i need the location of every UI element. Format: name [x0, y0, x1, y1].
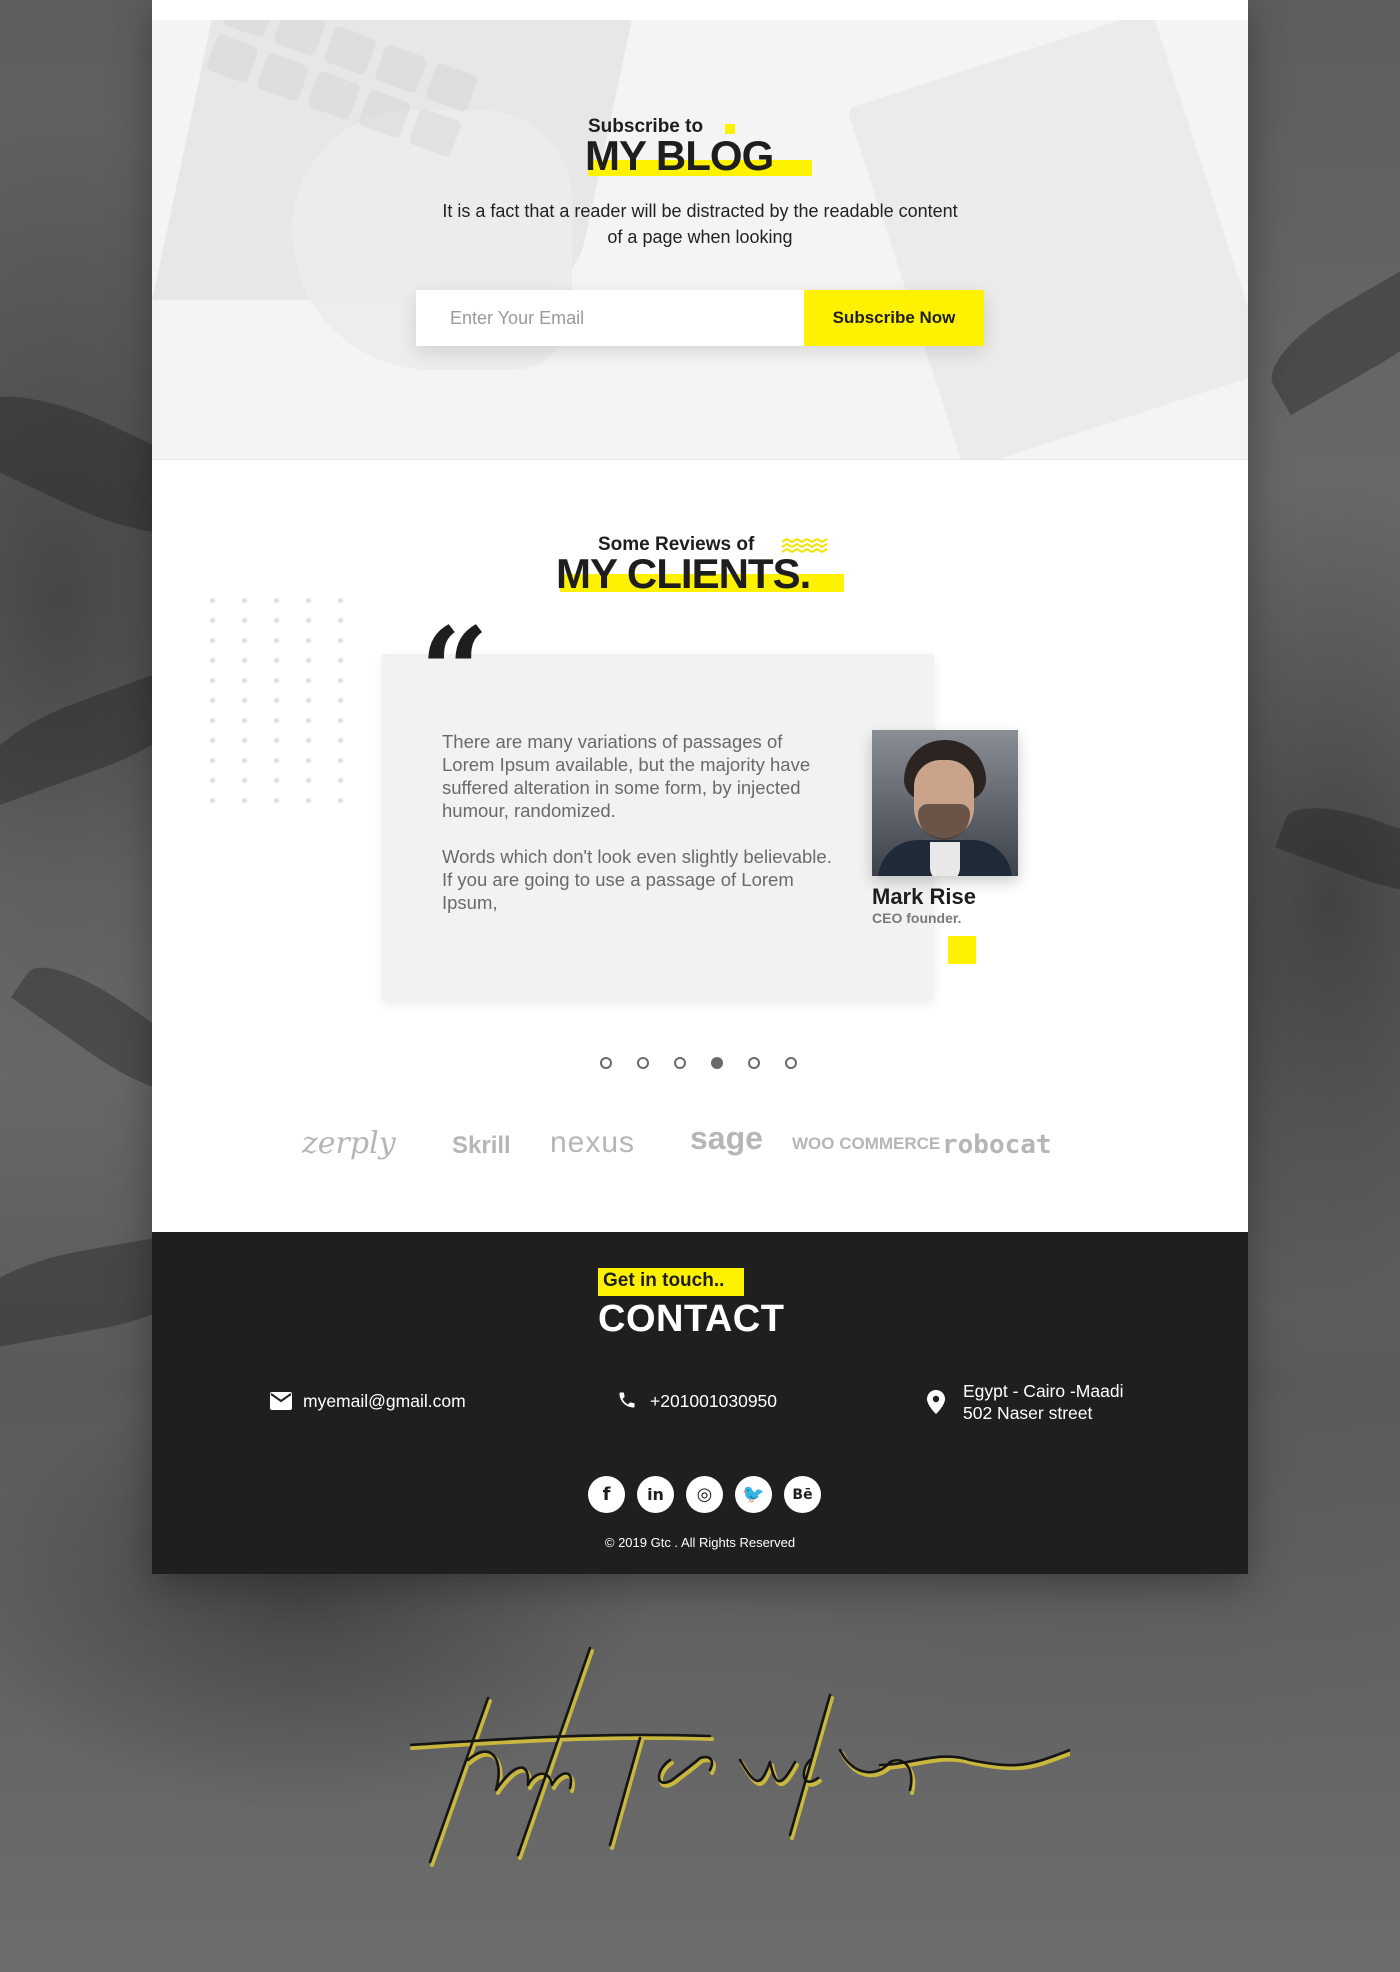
brand-logos: zerply Skrill nexus sage WOO COMMERCE ro…	[302, 1120, 1062, 1170]
behance-icon[interactable]: Bē	[784, 1476, 821, 1513]
subscribe-title: MY BLOG	[585, 132, 774, 179]
carousel-dot[interactable]	[600, 1057, 612, 1069]
instagram-icon[interactable]: ◎	[686, 1476, 723, 1513]
client-role: CEO founder.	[872, 910, 962, 926]
contact-eyebrow: Get in touch..	[603, 1270, 725, 1291]
carousel-dot[interactable]	[785, 1057, 797, 1069]
brand-logo-woocommerce: WOO COMMERCE	[792, 1134, 941, 1153]
contact-phone[interactable]: +201001030950	[650, 1390, 777, 1412]
carousel-dot[interactable]	[711, 1057, 723, 1069]
email-input[interactable]	[416, 290, 804, 346]
brand-logo-zerply: zerply	[302, 1126, 396, 1161]
copyright-text: © 2019 Gtc . All Rights Reserved	[604, 1535, 796, 1550]
carousel-pagination	[600, 1057, 797, 1069]
facebook-icon[interactable]: f	[588, 1476, 625, 1513]
carousel-dot[interactable]	[637, 1057, 649, 1069]
client-avatar	[872, 730, 1018, 876]
client-name: Mark Rise	[872, 884, 976, 909]
thanks-for-watching-signature	[410, 1646, 1070, 1867]
phone-icon	[619, 1392, 635, 1408]
contact-email[interactable]: myemail@gmail.com	[303, 1390, 466, 1412]
subscribe-description: It is a fact that a reader will be distr…	[442, 201, 958, 247]
address-line: Egypt - Cairo -Maadi	[963, 1381, 1124, 1401]
brand-logo-nexus: nexus	[550, 1126, 636, 1159]
contact-section: Get in touch.. CONTACT myemail@gmail.com…	[152, 1232, 1248, 1574]
quote-icon: “	[420, 601, 490, 742]
review-paragraph: There are many variations of passages of…	[442, 731, 811, 821]
contact-title: CONTACT	[598, 1298, 785, 1340]
mail-icon	[270, 1392, 292, 1410]
brand-logo-robocat: robocat	[942, 1130, 1052, 1160]
accent-square	[948, 936, 976, 964]
social-links: f in ◎ 🐦 Bē	[588, 1476, 821, 1513]
twitter-icon[interactable]: 🐦	[735, 1476, 772, 1513]
brand-logo-sage: sage	[690, 1120, 763, 1156]
contact-address: Egypt - Cairo -Maadi 502 Naser street	[963, 1380, 1123, 1424]
address-line: 502 Naser street	[963, 1403, 1093, 1423]
carousel-dot[interactable]	[748, 1057, 760, 1069]
brand-logo-skrill: Skrill	[452, 1132, 511, 1159]
review-text: There are many variations of passages of…	[442, 730, 832, 914]
carousel-dot[interactable]	[674, 1057, 686, 1069]
review-paragraph: Words which don't look even slightly bel…	[442, 846, 832, 913]
subscribe-form: Subscribe Now	[416, 290, 984, 346]
subscribe-button[interactable]: Subscribe Now	[804, 290, 984, 346]
reviews-title: MY CLIENTS.	[556, 550, 811, 597]
location-pin-icon	[927, 1390, 945, 1414]
linkedin-icon[interactable]: in	[637, 1476, 674, 1513]
landing-page: Subscribe to MY BLOG It is a fact that a…	[152, 0, 1248, 1574]
dot-pattern-decoration	[210, 598, 344, 803]
subscribe-section: Subscribe to MY BLOG It is a fact that a…	[152, 20, 1248, 460]
